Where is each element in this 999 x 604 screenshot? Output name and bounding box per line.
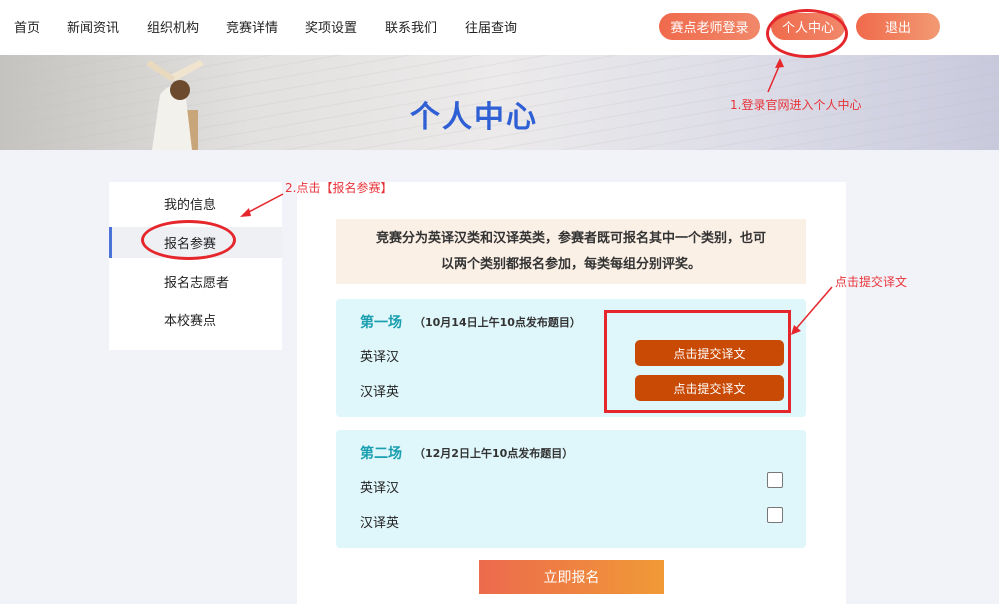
arrow-head-step1 [775, 58, 784, 68]
arrow-line-step1 [767, 63, 781, 93]
arrow-head-step3 [791, 325, 801, 335]
arrow-line-step2 [244, 193, 284, 215]
annotation-arrows [240, 58, 833, 335]
arrow-head-step2 [240, 208, 251, 217]
arrow-line-step3 [794, 286, 833, 331]
